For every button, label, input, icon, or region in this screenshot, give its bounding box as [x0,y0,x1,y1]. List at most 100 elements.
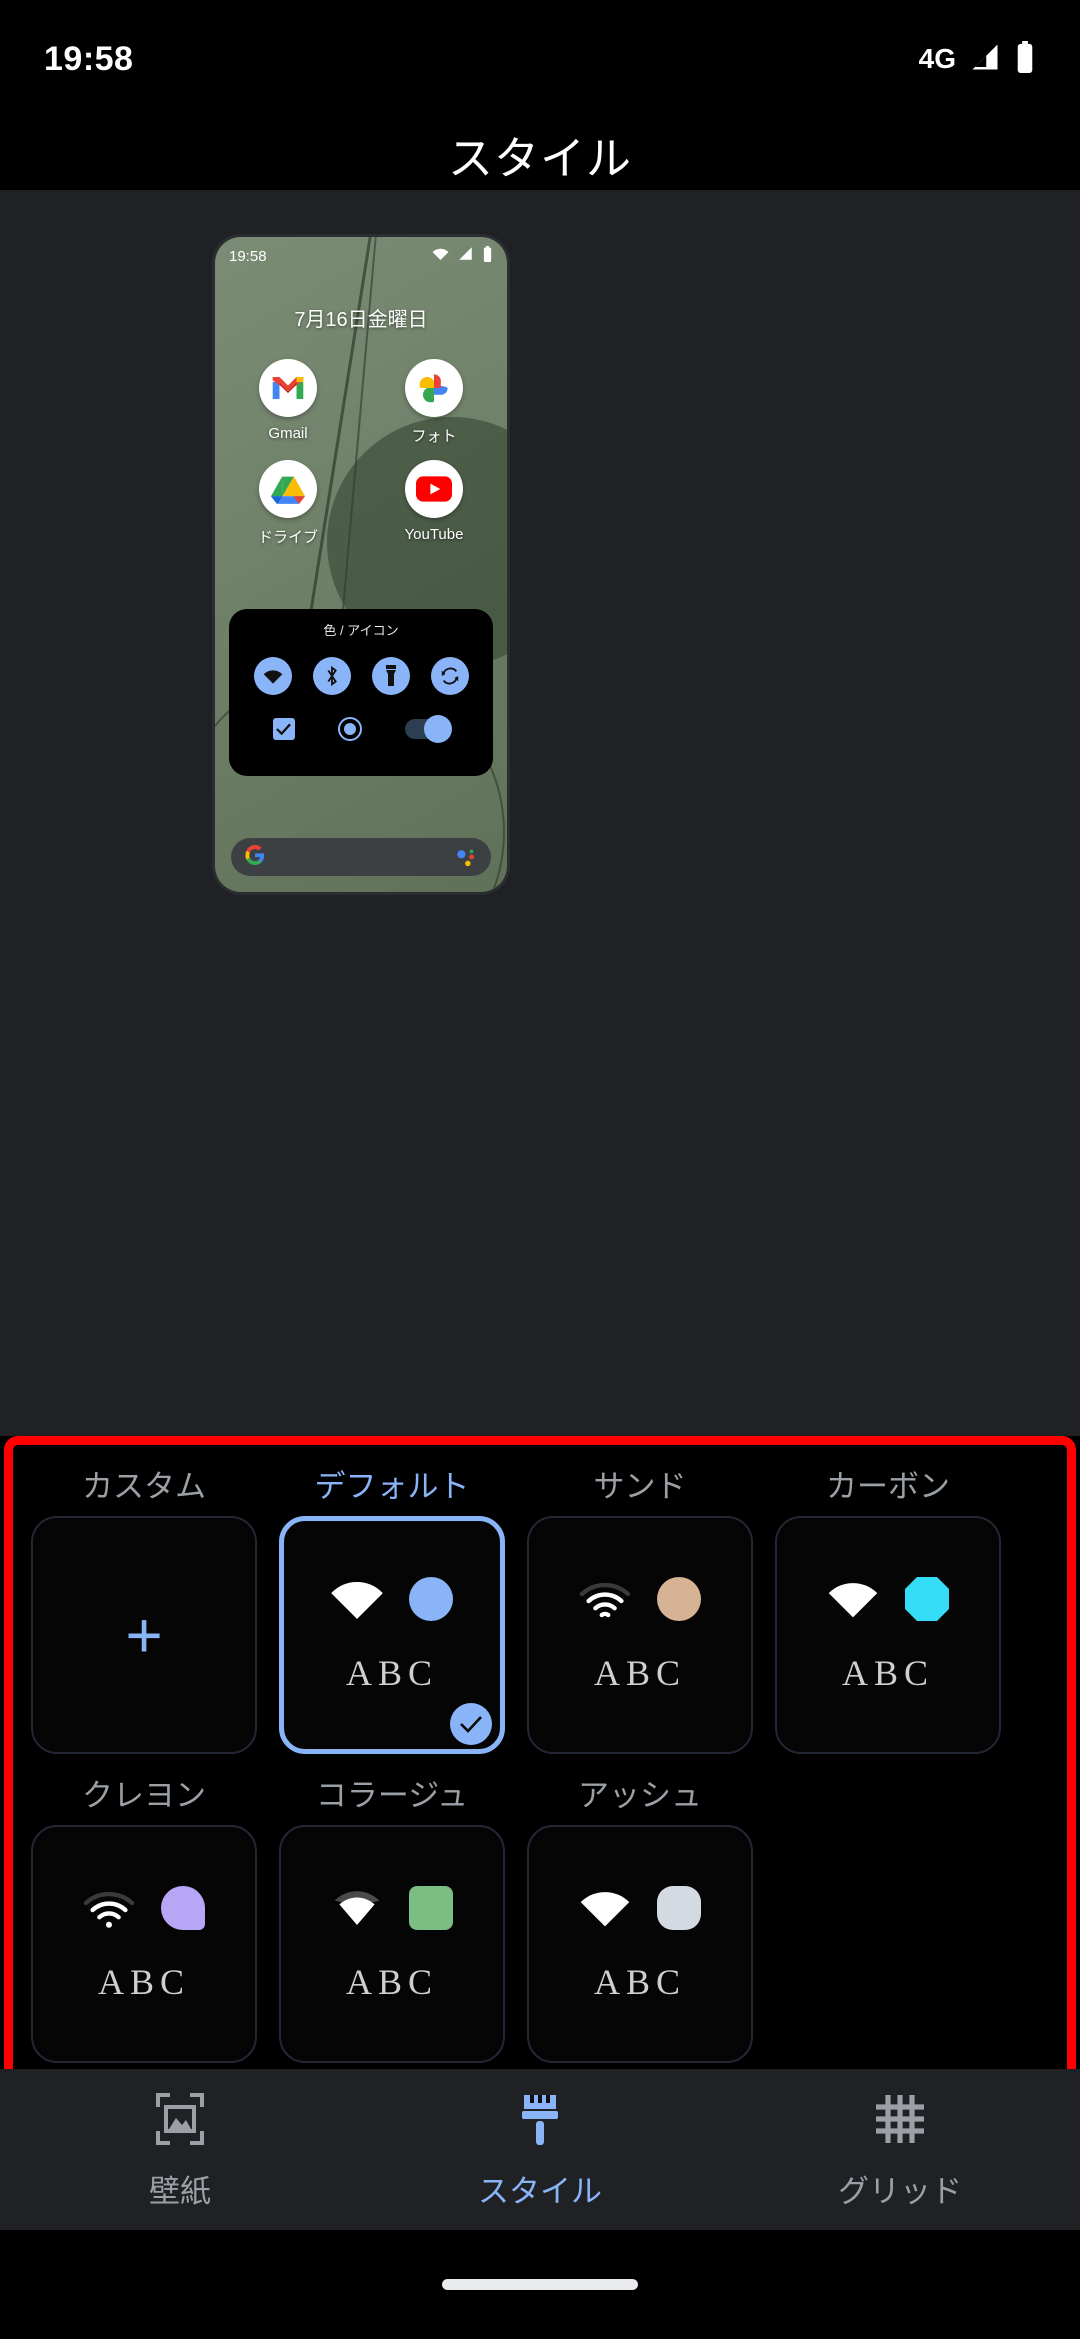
youtube-icon [405,460,463,518]
checkbox-checked[interactable] [272,718,295,740]
style-card-preview [827,1576,949,1626]
style-sample-text: ABC [841,1652,935,1693]
style-label: カスタム [82,1469,206,1504]
phone-preview[interactable]: 19:58 7月16日金曜日 Gmail フォト ドライブ YouTube 色 … [215,237,507,892]
google-search-bar[interactable] [231,838,491,876]
app-label: Gmail [268,425,308,442]
radio-selected[interactable] [337,717,362,741]
app-shortcut-gmail[interactable]: Gmail [215,359,361,446]
nav-item-wallpaper[interactable]: 壁紙 [80,2091,280,2211]
style-slot-empty [775,1770,1001,2063]
style-color-swatch [657,1885,701,1935]
style-label: サンド [593,1469,687,1504]
wifi-icon [432,247,449,266]
style-slot-crayon: クレヨン ABC [31,1770,257,2063]
nav-label: スタイル [478,2174,602,2209]
style-card-carbon[interactable]: ABC [775,1516,1001,1754]
app-label: フォト [411,428,457,445]
preview-clock: 19:58 [229,247,267,265]
style-label: クレヨン [82,1778,206,1813]
app-label: YouTube [404,526,464,543]
nav-label: 壁紙 [149,2174,211,2209]
preview-date: 7月16日金曜日 [294,309,428,331]
battery-icon [482,245,493,267]
wifi-icon[interactable] [253,657,292,695]
google-g-icon [245,844,265,870]
app-label: ドライブ [257,529,318,546]
google-drive-icon [259,460,317,518]
style-color-swatch [657,1576,701,1626]
network-type-label: 4G [918,43,956,74]
wifi-icon [83,1888,135,1933]
nav-item-style[interactable]: スタイル [440,2091,640,2211]
status-bar-icons: 4G [918,40,1036,78]
style-sample-text: ABC [345,1961,439,2002]
wifi-icon [331,1579,383,1624]
wifi-icon [827,1579,879,1624]
style-color-swatch [409,1576,453,1626]
style-card-custom[interactable]: + [31,1516,257,1754]
style-color-swatch [905,1576,949,1626]
style-slot-collage: コラージュ ABC [279,1770,505,2063]
nav-item-grid[interactable]: グリッド [800,2091,1000,2211]
preview-status-bar: 19:58 [215,237,507,275]
page-title: スタイル [447,132,632,184]
system-status-bar: 19:58 4G [0,0,1080,118]
style-slot-custom: カスタム + [31,1461,257,1754]
status-bar-clock: 19:58 [44,39,134,78]
bluetooth-icon[interactable] [312,657,351,695]
style-card-crayon[interactable]: ABC [31,1825,257,2063]
google-assistant-icon [455,846,477,868]
style-slot-sand: サンド ABC [527,1461,753,1754]
gesture-home-bar[interactable] [442,2279,638,2290]
style-card-preview [579,1885,701,1935]
style-sample-text: ABC [345,1652,439,1693]
style-row: カスタム + デフォルト ABC サンド ABC カーボン ABC [31,1461,1049,1754]
wifi-icon [331,1888,383,1933]
quick-settings-title: 色 / アイコン [323,623,399,638]
preview-app-grid: Gmail フォト ドライブ YouTube [215,359,507,547]
nav-label: グリッド [838,2174,962,2209]
app-shortcut-drive[interactable]: ドライブ [215,460,361,547]
quick-settings-toggles [229,657,493,695]
grid-icon [874,2091,926,2152]
app-shortcut-photos[interactable]: フォト [361,359,507,446]
gmail-icon [259,359,317,417]
wallpaper-icon [154,2091,206,2152]
style-card-preview [579,1576,701,1626]
style-sample-text: ABC [97,1961,191,2002]
style-label: カーボン [826,1469,950,1504]
quick-settings-panel: 色 / アイコン [229,609,493,776]
signal-icon [970,42,1000,77]
style-card-default[interactable]: ABC [279,1516,505,1754]
style-color-swatch [409,1885,453,1935]
battery-icon [1014,40,1036,78]
google-photos-icon [405,359,463,417]
wifi-icon [579,1888,631,1933]
gesture-nav-area [0,2230,1080,2339]
style-label: コラージュ [315,1778,469,1813]
quick-settings-controls [229,715,493,743]
style-slot-carbon: カーボン ABC [775,1461,1001,1754]
style-card-preview [83,1885,205,1935]
flashlight-icon[interactable] [371,657,410,695]
style-card-ash[interactable]: ABC [527,1825,753,2063]
style-card-sand[interactable]: ABC [527,1516,753,1754]
app-header: スタイル [0,118,1080,190]
app-shortcut-youtube[interactable]: YouTube [361,460,507,547]
wifi-icon [579,1579,631,1624]
style-card-preview [331,1885,453,1935]
style-row: クレヨン ABC コラージュ ABC アッシュ ABC [31,1770,1049,2063]
signal-icon [458,246,473,266]
add-icon: + [125,1599,163,1671]
screen: 19:58 4G スタイル 19:58 7月16日金曜日 Gmail フォト ド… [0,0,1080,2339]
style-sample-text: ABC [593,1961,687,2002]
style-label: デフォルト [314,1469,470,1504]
preview-stage: 19:58 7月16日金曜日 Gmail フォト ドライブ YouTube 色 … [0,190,1080,1436]
style-slot-ash: アッシュ ABC [527,1770,753,2063]
auto-rotate-icon[interactable] [430,657,469,695]
brush-icon [518,2091,562,2152]
style-slot-default: デフォルト ABC [279,1461,505,1754]
switch-on[interactable] [405,715,453,743]
style-card-collage[interactable]: ABC [279,1825,505,2063]
